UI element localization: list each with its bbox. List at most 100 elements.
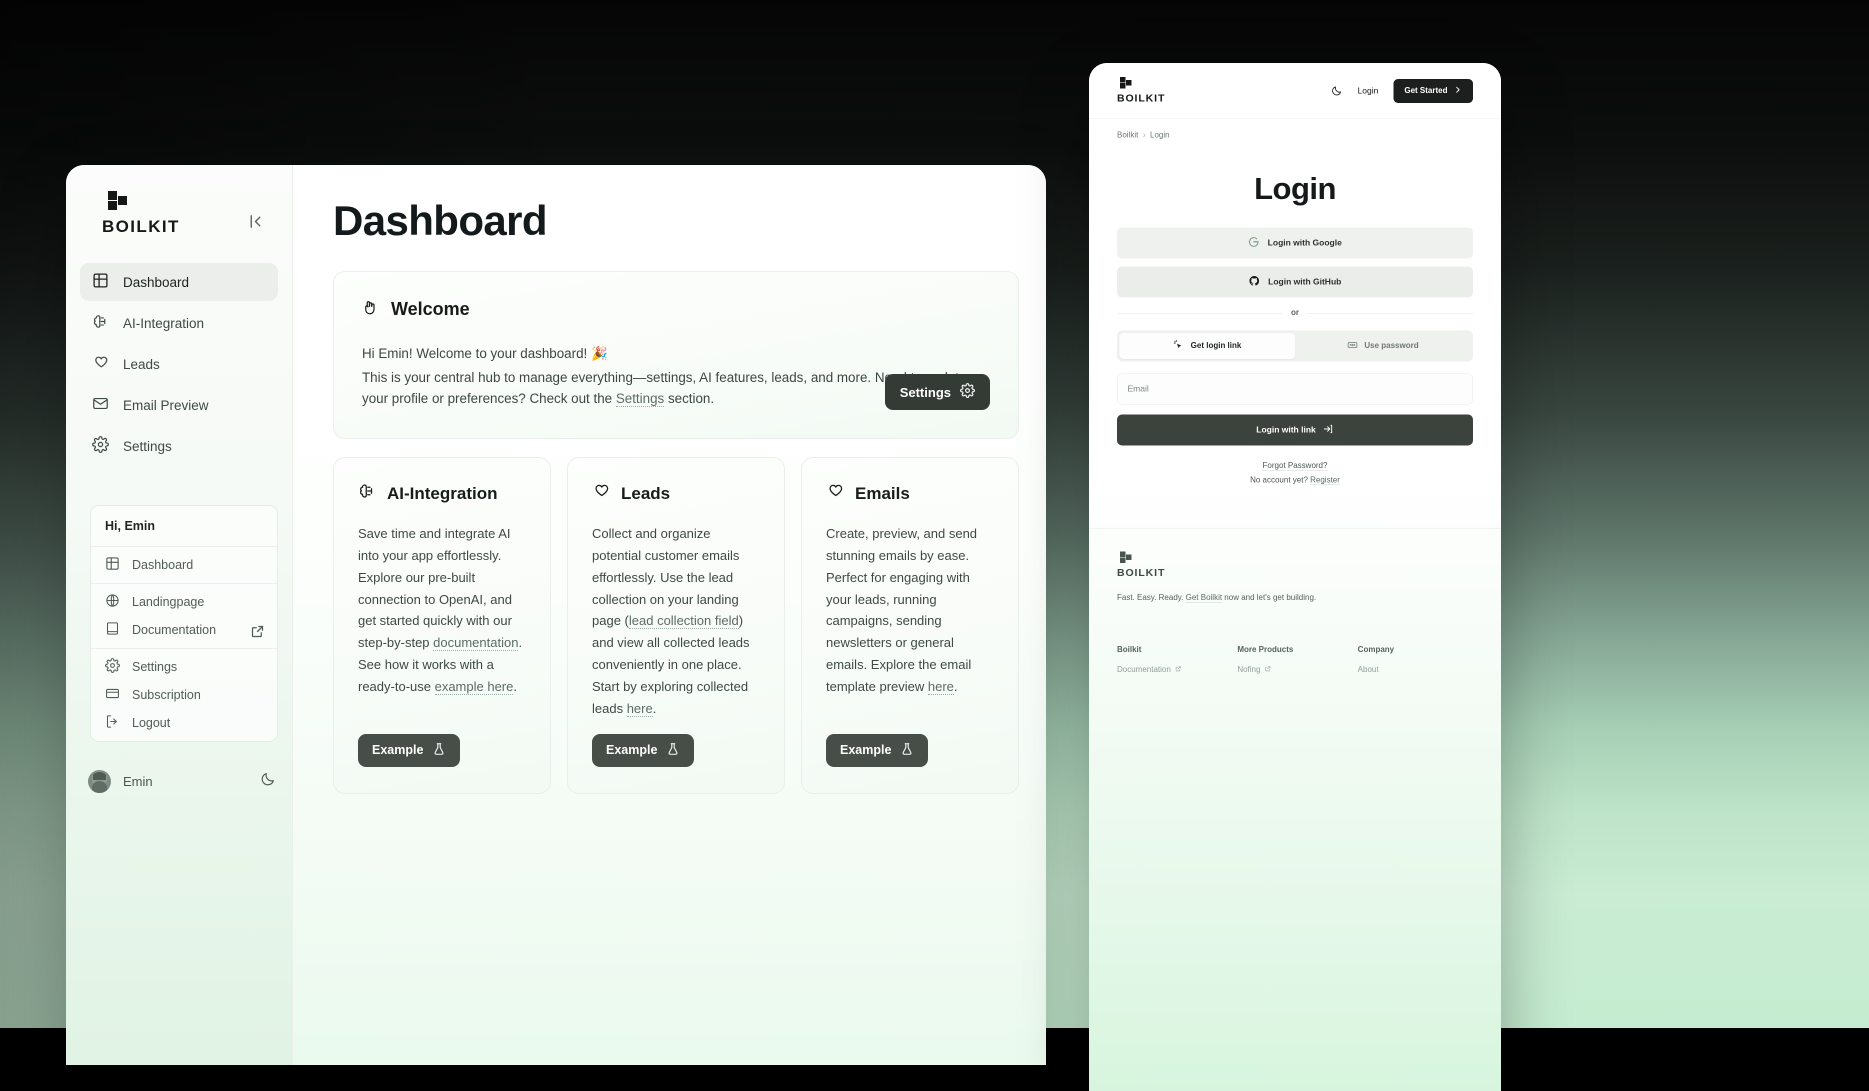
heart-icon xyxy=(592,482,610,505)
forgot-password-row: Forgot Password? xyxy=(1117,461,1473,471)
here-link[interactable]: here xyxy=(626,700,653,717)
collapse-panel-icon[interactable] xyxy=(241,209,270,237)
feature-text-c: . xyxy=(652,700,657,716)
breadcrumb: Boilkit › Login xyxy=(1089,119,1501,140)
welcome-card-title: Welcome xyxy=(391,299,470,319)
sidebar-item-leads[interactable]: Leads xyxy=(80,345,278,383)
user-menu-item-documentation[interactable]: Documentation xyxy=(91,616,277,644)
feature-text-a: Create, preview, and send stunning email… xyxy=(826,526,978,694)
login-form-area: Login Login with Google Login with GitHu… xyxy=(1089,140,1501,485)
login-with-link-button[interactable]: Login with link xyxy=(1117,414,1473,446)
welcome-line-2b: section. xyxy=(664,391,715,407)
flask-icon xyxy=(432,742,446,759)
tagline-part-a: Fast. Easy. Ready. xyxy=(1117,593,1186,603)
dashboard-window: BOILKIT Dashboard AI-Integration Leads E… xyxy=(66,165,1046,1065)
sidebar-item-settings[interactable]: Settings xyxy=(80,427,278,465)
register-link[interactable]: Register xyxy=(1310,476,1340,485)
login-with-github-button[interactable]: Login with GitHub xyxy=(1117,266,1473,298)
sidebar-item-ai-integration[interactable]: AI-Integration xyxy=(80,304,278,342)
brand-name: BOILKIT xyxy=(1117,567,1166,579)
user-menu-item-dashboard[interactable]: Dashboard xyxy=(91,551,277,579)
card-icon xyxy=(105,686,120,704)
header-login-link[interactable]: Login xyxy=(1358,86,1379,96)
breadcrumb-current: Login xyxy=(1150,131,1170,140)
or-divider: or xyxy=(1117,309,1473,318)
login-with-google-label: Login with Google xyxy=(1267,238,1342,248)
sidebar-item-label: Dashboard xyxy=(123,274,190,290)
sidebar-item-label: Settings xyxy=(123,438,172,454)
sidebar-item-email-preview[interactable]: Email Preview xyxy=(80,386,278,424)
footer-link-documentation[interactable]: Documentation xyxy=(1117,665,1232,674)
user-menu-item-subscription[interactable]: Subscription xyxy=(91,681,277,709)
login-header-nav: Login Get Started xyxy=(1331,78,1473,103)
sidebar-item-dashboard[interactable]: Dashboard xyxy=(80,263,278,301)
login-with-github-label: Login with GitHub xyxy=(1268,277,1342,287)
footer-brand-logo: BOILKIT xyxy=(1117,551,1473,580)
footer-link-about[interactable]: About xyxy=(1358,665,1473,674)
example-button[interactable]: Example xyxy=(358,733,461,767)
lead-collection-field-link[interactable]: lead collection field xyxy=(628,613,739,630)
feature-card-header: Leads xyxy=(592,482,760,505)
user-menu-item-label: Settings xyxy=(132,660,178,674)
tab-use-password[interactable]: Use password xyxy=(1295,333,1471,359)
user-greeting: Hi, Emin xyxy=(91,506,277,547)
user-menu-item-logout[interactable]: Logout xyxy=(91,709,277,737)
feature-card-header: Emails xyxy=(826,482,994,505)
boilkit-logo-mark xyxy=(108,191,138,213)
login-brand-logo[interactable]: BOILKIT xyxy=(1117,77,1165,105)
external-link-icon xyxy=(1175,665,1182,674)
cursor-click-icon xyxy=(1173,339,1184,353)
feature-card-grid: AI-Integration Save time and integrate A… xyxy=(333,457,1019,794)
feature-card-body: Collect and organize potential customer … xyxy=(592,523,760,719)
welcome-card-body: Hi Emin! Welcome to your dashboard! 🎉 Th… xyxy=(362,343,972,410)
user-menu-item-landingpage[interactable]: Landingpage xyxy=(91,588,277,616)
settings-button-label: Settings xyxy=(899,384,951,400)
book-icon xyxy=(105,621,120,639)
email-field[interactable] xyxy=(1117,373,1473,405)
sidebar: BOILKIT Dashboard AI-Integration Leads E… xyxy=(66,165,293,1065)
avatar[interactable] xyxy=(88,770,111,793)
heart-icon xyxy=(826,482,844,505)
user-menu-panel: Hi, Emin Dashboard Landingpage Documenta… xyxy=(90,505,278,742)
get-started-button[interactable]: Get Started xyxy=(1393,78,1473,103)
brand-logo[interactable]: BOILKIT xyxy=(102,191,180,237)
page-title: Dashboard xyxy=(333,197,548,244)
feature-text-b: . xyxy=(953,678,958,694)
user-menu-item-settings[interactable]: Settings xyxy=(91,653,277,681)
settings-button[interactable]: Settings xyxy=(884,374,990,411)
example-button-label: Example xyxy=(372,743,424,758)
user-menu-item-label: Landingpage xyxy=(132,595,205,609)
external-link-icon xyxy=(1264,665,1271,674)
documentation-link[interactable]: documentation xyxy=(433,635,519,652)
feature-card-title: Leads xyxy=(621,483,671,503)
breadcrumb-root[interactable]: Boilkit xyxy=(1117,131,1138,140)
example-button[interactable]: Example xyxy=(592,733,695,767)
sidebar-username: Emin xyxy=(123,774,153,789)
footer-link-columns: Boilkit Documentation More Products Nofi… xyxy=(1117,645,1473,682)
example-here-link[interactable]: example here xyxy=(434,678,514,695)
boilkit-logo-mark xyxy=(1120,77,1137,90)
footer-column-boilkit: Boilkit Documentation xyxy=(1117,645,1232,682)
gear-icon xyxy=(92,436,109,456)
settings-inline-link[interactable]: Settings xyxy=(615,391,665,408)
login-window-header: BOILKIT Login Get Started xyxy=(1089,63,1501,119)
login-with-google-button[interactable]: Login with Google xyxy=(1117,227,1473,259)
tab-label: Get login link xyxy=(1190,341,1242,351)
divider-line-left xyxy=(1117,312,1283,314)
login-window-footer: BOILKIT Fast. Easy. Ready. Get Boilkit n… xyxy=(1089,528,1501,682)
user-menu-item-label: Subscription xyxy=(132,688,201,702)
footer-link-label: Nofing xyxy=(1237,665,1261,674)
moon-icon[interactable] xyxy=(260,771,276,792)
globe-icon xyxy=(105,593,120,611)
logout-icon xyxy=(105,714,120,732)
here-link[interactable]: here xyxy=(927,678,954,695)
forgot-password-link[interactable]: Forgot Password? xyxy=(1262,461,1328,471)
moon-icon[interactable] xyxy=(1331,85,1343,97)
tab-get-login-link[interactable]: Get login link xyxy=(1119,333,1295,359)
sidebar-brand-row: BOILKIT xyxy=(80,165,278,237)
example-button[interactable]: Example xyxy=(826,733,929,767)
user-menu-group-3: Settings Subscription Logout xyxy=(91,649,277,741)
get-boilkit-link[interactable]: Get Boilkit xyxy=(1185,593,1223,603)
user-menu-item-label: Documentation xyxy=(132,623,217,637)
footer-link-nofing[interactable]: Nofing xyxy=(1237,665,1352,674)
